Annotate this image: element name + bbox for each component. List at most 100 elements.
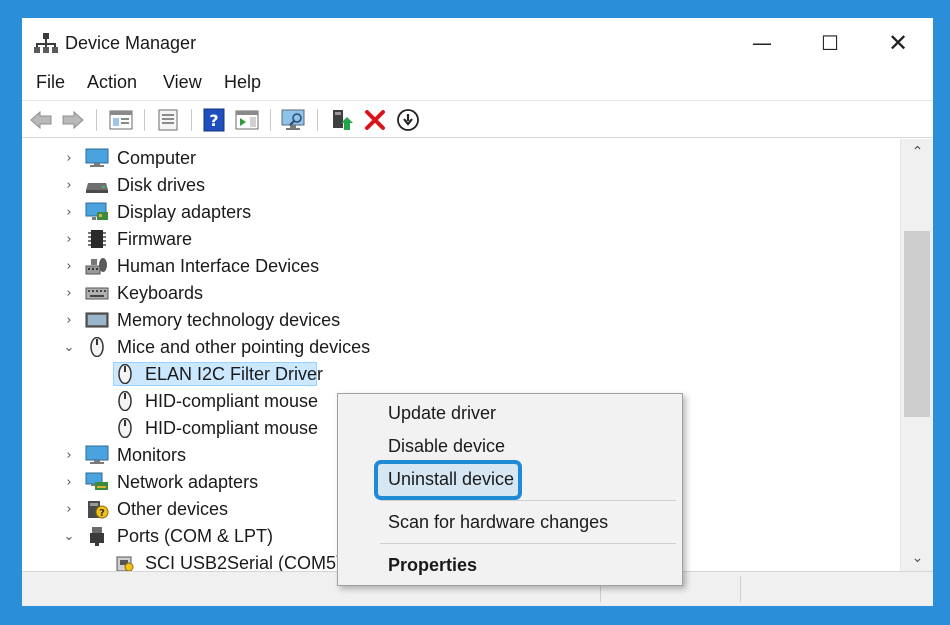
toolbar-separator — [96, 109, 97, 131]
uninstall-icon — [365, 110, 385, 130]
tree-category-memory-technology-devices[interactable]: › Memory technology devices — [22, 307, 900, 333]
download-driver-button[interactable] — [395, 107, 421, 133]
mouse-icon — [118, 391, 132, 411]
display-adapter-icon — [85, 202, 108, 220]
chevron-up-icon: ⌃ — [911, 144, 924, 160]
svg-text:?: ? — [209, 111, 218, 130]
uninstall-device-button[interactable] — [362, 107, 388, 133]
title-bar[interactable]: Device Manager — ☐ ✕ — [22, 18, 933, 68]
show-hide-console-tree-icon — [109, 110, 133, 130]
monitor-icon — [85, 445, 109, 464]
context-separator — [380, 543, 676, 544]
maximize-icon: ☐ — [821, 31, 839, 55]
chevron-right-icon[interactable]: › — [62, 313, 76, 328]
tree-device-label: HID-compliant mouse — [145, 391, 319, 411]
tree-category-label: Disk drives — [117, 175, 206, 195]
tree-device-label: SCI USB2Serial (COM5) — [145, 553, 343, 571]
tree-category-label: Ports (COM & LPT) — [117, 526, 274, 546]
scrollbar-thumb[interactable] — [904, 231, 930, 417]
help-icon: ? — [203, 108, 225, 132]
chevron-right-icon[interactable]: › — [62, 232, 76, 247]
scroll-down-button[interactable]: ⌄ — [901, 545, 933, 571]
back-icon — [30, 110, 52, 130]
update-driver-button[interactable] — [328, 107, 354, 133]
context-disable-device[interactable]: Disable device — [388, 436, 505, 457]
tree-category-display-adapters[interactable]: › Display adapters — [22, 199, 900, 225]
context-menu: Update driver Disable device Uninstall d… — [337, 393, 683, 586]
tree-category-label: Display adapters — [117, 202, 252, 222]
update-driver-icon — [333, 110, 353, 130]
memory-icon — [85, 312, 109, 328]
chevron-down-icon[interactable]: ⌄ — [62, 340, 76, 355]
menu-bar: File Action View Help — [22, 68, 933, 98]
download-icon — [397, 109, 419, 131]
menu-action[interactable]: Action — [87, 72, 137, 93]
device-manager-app-icon — [34, 33, 58, 53]
action-pane-icon — [235, 110, 259, 130]
window-title: Device Manager — [65, 33, 197, 53]
chevron-right-icon[interactable]: › — [62, 178, 76, 193]
close-button[interactable]: ✕ — [864, 18, 932, 68]
forward-icon — [62, 110, 84, 130]
scan-hardware-button[interactable] — [281, 107, 307, 133]
minimize-button[interactable]: — — [728, 18, 796, 68]
tree-category-label: Firmware — [117, 229, 192, 249]
tree-category-keyboards[interactable]: › Keyboards — [22, 280, 900, 306]
tree-category-mice[interactable]: ⌄ Mice and other pointing devices — [22, 334, 900, 360]
chevron-right-icon[interactable]: › — [62, 448, 76, 463]
context-separator — [380, 500, 676, 501]
mouse-icon — [118, 418, 132, 438]
menu-help[interactable]: Help — [224, 72, 261, 93]
close-icon: ✕ — [887, 29, 909, 57]
network-adapter-icon — [85, 472, 108, 490]
toolbar-separator — [191, 109, 192, 131]
tree-category-label: Monitors — [117, 445, 187, 465]
menu-view[interactable]: View — [163, 72, 202, 93]
maximize-button[interactable]: ☐ — [796, 18, 864, 68]
console-tree-button[interactable] — [108, 107, 134, 133]
scroll-up-button[interactable]: ⌃ — [901, 139, 933, 165]
toolbar-separator — [270, 109, 271, 131]
hid-icon — [85, 258, 107, 275]
svg-text:?: ? — [99, 508, 105, 519]
context-scan-hardware[interactable]: Scan for hardware changes — [388, 512, 608, 533]
properties-icon — [158, 109, 178, 131]
chevron-right-icon[interactable]: › — [62, 475, 76, 490]
scan-monitor-icon — [281, 109, 305, 130]
computer-icon — [85, 148, 109, 167]
chevron-right-icon[interactable]: › — [62, 286, 76, 301]
properties-button[interactable] — [155, 107, 181, 133]
vertical-scrollbar[interactable]: ⌃ ⌄ — [900, 139, 933, 571]
menu-file[interactable]: File — [36, 72, 65, 93]
context-properties[interactable]: Properties — [388, 555, 477, 576]
context-uninstall-device[interactable]: Uninstall device — [388, 469, 514, 490]
tree-category-human-interface-devices[interactable]: › Human Interface Devices — [22, 253, 900, 279]
chevron-down-icon[interactable]: ⌄ — [62, 529, 76, 544]
tree-category-computer[interactable]: › Computer — [22, 145, 900, 171]
port-icon — [90, 527, 104, 546]
context-update-driver[interactable]: Update driver — [388, 403, 496, 424]
port-device-icon — [116, 556, 134, 571]
chevron-right-icon[interactable]: › — [62, 151, 76, 166]
chevron-right-icon[interactable]: › — [62, 205, 76, 220]
tree-category-label: Keyboards — [117, 283, 204, 303]
tree-category-label: Mice and other pointing devices — [117, 337, 371, 357]
disk-drive-icon — [86, 183, 108, 193]
action-pane-button[interactable] — [234, 107, 260, 133]
tree-device-elan-i2c[interactable]: ELAN I2C Filter Driver — [22, 361, 900, 387]
tree-category-disk-drives[interactable]: › Disk drives — [22, 172, 900, 198]
mouse-icon — [90, 337, 104, 357]
other-devices-icon: ? — [88, 501, 109, 519]
toolbar: ? — [22, 100, 933, 138]
chevron-right-icon[interactable]: › — [62, 259, 76, 274]
tree-device-label: HID-compliant mouse — [145, 418, 319, 438]
tree-category-firmware[interactable]: › Firmware — [22, 226, 900, 252]
chevron-down-icon: ⌄ — [911, 550, 924, 566]
keyboard-icon — [85, 287, 109, 300]
help-button[interactable]: ? — [201, 107, 227, 133]
forward-button[interactable] — [60, 107, 86, 133]
chevron-right-icon[interactable]: › — [62, 502, 76, 517]
back-button[interactable] — [28, 107, 54, 133]
tree-category-label: Network adapters — [117, 472, 259, 492]
tree-category-label: Other devices — [117, 499, 229, 519]
